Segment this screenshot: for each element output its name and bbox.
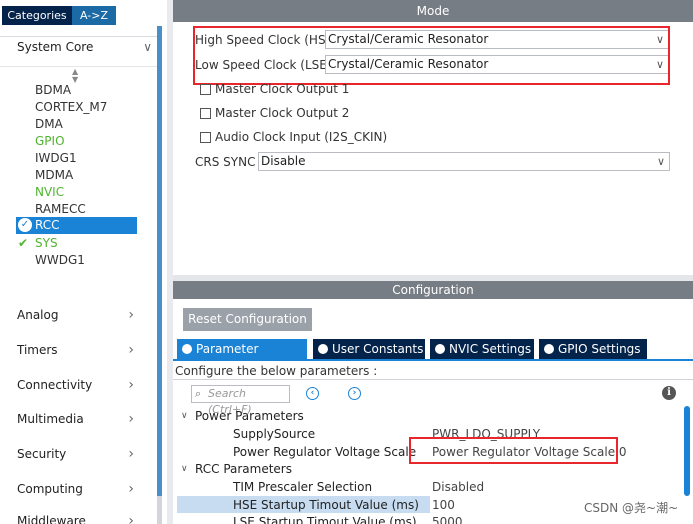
configuration-header: Configuration (173, 281, 693, 299)
category-connectivity[interactable]: Connectivity › (17, 375, 152, 395)
chevron-down-icon[interactable]: ∨ (181, 408, 188, 424)
chevron-right-icon: › (128, 307, 134, 323)
group-title: RCC Parameters (195, 462, 292, 476)
tab-user-constants[interactable]: User Constants (313, 339, 425, 359)
category-label: Connectivity (17, 378, 93, 392)
category-label: Computing (17, 482, 83, 496)
peripheral-rcc[interactable]: ✓ RCC (16, 217, 137, 234)
param-value[interactable]: Disabled (432, 479, 484, 495)
peripheral-gpio[interactable]: GPIO (35, 133, 65, 149)
configure-hint: Configure the below parameters : (175, 364, 378, 378)
tab-label: GPIO Settings (558, 342, 641, 356)
search-input[interactable]: ⌕ Search (Ctrl+F) (191, 385, 290, 416)
peripheral-nvic[interactable]: NVIC (35, 184, 64, 200)
tab-nvic-settings[interactable]: NVIC Settings (430, 339, 534, 359)
divider (0, 36, 157, 37)
peripheral-bdma[interactable]: BDMA (35, 82, 71, 98)
gear-icon (544, 344, 554, 354)
peripheral-iwdg1[interactable]: IWDG1 (35, 150, 77, 166)
left-tabs: Categories A->Z (0, 6, 167, 25)
param-name[interactable]: LSE Startup Timout Value (ms) (233, 514, 417, 524)
category-analog[interactable]: Analog › (17, 305, 152, 325)
peripheral-ramecc[interactable]: RAMECC (35, 201, 86, 217)
group-title: Power Parameters (195, 409, 304, 423)
check-circle-icon: ✓ (18, 218, 32, 232)
gear-icon (435, 344, 445, 354)
param-name[interactable]: Power Regulator Voltage Scale (233, 444, 416, 460)
chevron-down-icon[interactable]: ∨ (143, 40, 152, 54)
tab-label: NVIC Settings (449, 342, 532, 356)
peripheral-wwdg1[interactable]: WWDG1 (35, 252, 85, 268)
category-security[interactable]: Security › (17, 444, 152, 464)
param-name[interactable]: SupplySource (233, 426, 315, 442)
peripheral-cortex-m7[interactable]: CORTEX_M7 (35, 99, 107, 115)
category-label: Timers (17, 343, 58, 357)
highlight-box (193, 26, 670, 85)
gear-icon (182, 344, 192, 354)
category-multimedia[interactable]: Multimedia › (17, 409, 152, 429)
left-panel: Categories A->Z System Core ∨ ▲ ▼ BDMA CO… (0, 0, 167, 524)
sort-icon[interactable]: ▲ ▼ (72, 68, 78, 84)
category-computing[interactable]: Computing › (17, 479, 152, 499)
master-clock-output-1-checkbox[interactable] (200, 84, 211, 95)
info-icon[interactable]: i (662, 386, 676, 400)
scrollbar[interactable] (684, 406, 690, 496)
category-label: Analog (17, 308, 59, 322)
peripheral-mdma[interactable]: MDMA (35, 167, 73, 183)
reset-configuration-button[interactable]: Reset Configuration (183, 308, 312, 331)
peripheral-dma[interactable]: DMA (35, 116, 63, 132)
tab-underline (173, 359, 693, 361)
chevron-down-icon: ∨ (656, 155, 665, 168)
master-clock-output-2-checkbox[interactable] (200, 108, 211, 119)
previous-icon[interactable]: ‹ (306, 387, 319, 400)
param-value[interactable]: 5000 (432, 514, 463, 524)
chevron-right-icon: › (128, 377, 134, 393)
divider (0, 66, 157, 67)
scrollbar[interactable] (157, 26, 162, 496)
tab-a-to-z[interactable]: A->Z (72, 6, 116, 25)
chevron-right-icon: › (128, 446, 134, 462)
param-value[interactable]: 100 (432, 497, 455, 513)
tab-gpio-settings[interactable]: GPIO Settings (539, 339, 647, 359)
gear-icon (318, 344, 328, 354)
crs-sync-label: CRS SYNC (195, 155, 256, 169)
category-system-core[interactable]: System Core ∨ (17, 40, 152, 54)
crs-sync-value: Disable (261, 154, 306, 168)
peripheral-sys[interactable]: SYS (35, 235, 58, 251)
category-label: Middleware (17, 514, 86, 524)
tab-label: User Constants (332, 342, 424, 356)
tab-categories[interactable]: Categories (2, 6, 72, 25)
tree-group-rcc-parameters[interactable]: ∨ RCC Parameters (181, 461, 292, 477)
mode-header: Mode (173, 0, 693, 22)
category-label: Multimedia (17, 412, 84, 426)
category-label: Security (17, 447, 67, 461)
category-middleware[interactable]: Middleware › (17, 511, 152, 524)
chevron-right-icon: › (128, 513, 134, 524)
param-name[interactable]: HSE Startup Timout Value (ms) (233, 497, 419, 513)
next-icon[interactable]: › (348, 387, 361, 400)
checkbox-label: Master Clock Output 1 (215, 82, 350, 96)
param-name[interactable]: TIM Prescaler Selection (233, 479, 372, 495)
highlight-box (409, 437, 618, 464)
audio-clock-input-checkbox[interactable] (200, 132, 211, 143)
checkbox-label: Audio Clock Input (I2S_CKIN) (215, 130, 388, 144)
watermark: CSDN @尧~潮~ (584, 501, 679, 515)
tree-group-power-parameters[interactable]: ∨ Power Parameters (181, 408, 304, 424)
tab-parameter-settings[interactable]: Parameter Settings (177, 339, 307, 376)
check-icon: ✔ (18, 236, 29, 250)
category-timers[interactable]: Timers › (17, 340, 152, 360)
search-icon: ⌕ (195, 387, 202, 400)
chevron-down-icon[interactable]: ∨ (181, 461, 188, 477)
crs-sync-select[interactable]: Disable ∨ (258, 152, 670, 171)
chevron-right-icon: › (128, 481, 134, 497)
divider (173, 379, 693, 380)
checkbox-label: Master Clock Output 2 (215, 106, 350, 120)
peripheral-label: RCC (35, 218, 60, 232)
category-label: System Core (17, 40, 94, 54)
chevron-right-icon: › (128, 411, 134, 427)
chevron-right-icon: › (128, 342, 134, 358)
